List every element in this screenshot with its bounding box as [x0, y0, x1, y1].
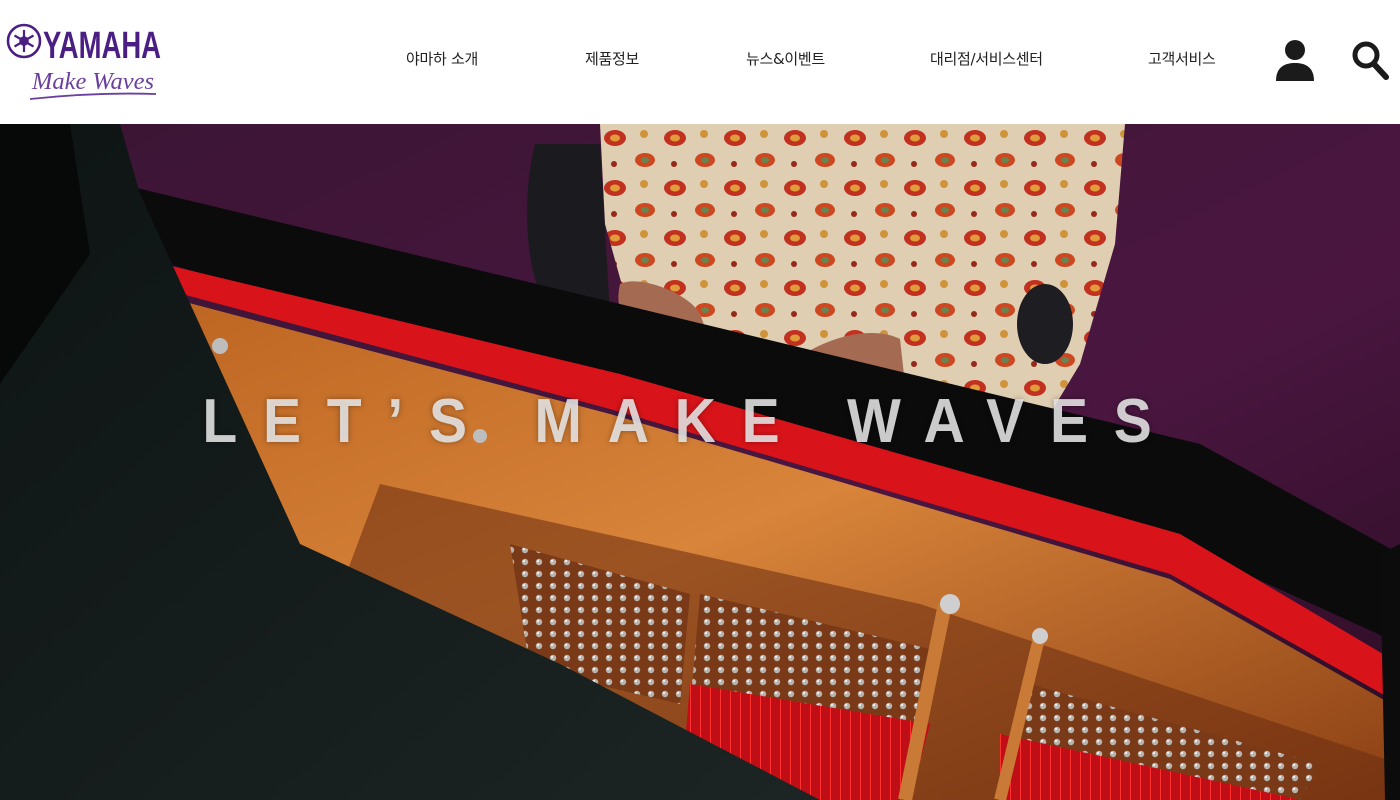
main-nav: 야마하 소개 제품정보 뉴스&이벤트 대리점/서비스센터 고객서비스 [0, 0, 1400, 124]
hero-piano-image [0, 124, 1400, 800]
hero-headline: LET’S MAKE WAVES [202, 387, 1178, 456]
nav-item-about[interactable]: 야마하 소개 [406, 48, 478, 69]
search-icon[interactable] [1351, 40, 1389, 80]
nav-item-customer-service[interactable]: 고객서비스 [1148, 48, 1216, 69]
site-header: YAMAHA Make Waves 야마하 소개 제품정보 뉴스&이벤트 대리점… [0, 0, 1400, 124]
user-icon[interactable] [1274, 38, 1316, 82]
nav-item-news-events[interactable]: 뉴스&이벤트 [746, 48, 825, 69]
nav-item-products[interactable]: 제품정보 [585, 48, 639, 69]
hero-banner: LET’S MAKE WAVES [0, 124, 1400, 800]
nav-item-dealers-service[interactable]: 대리점/서비스센터 [930, 48, 1043, 69]
